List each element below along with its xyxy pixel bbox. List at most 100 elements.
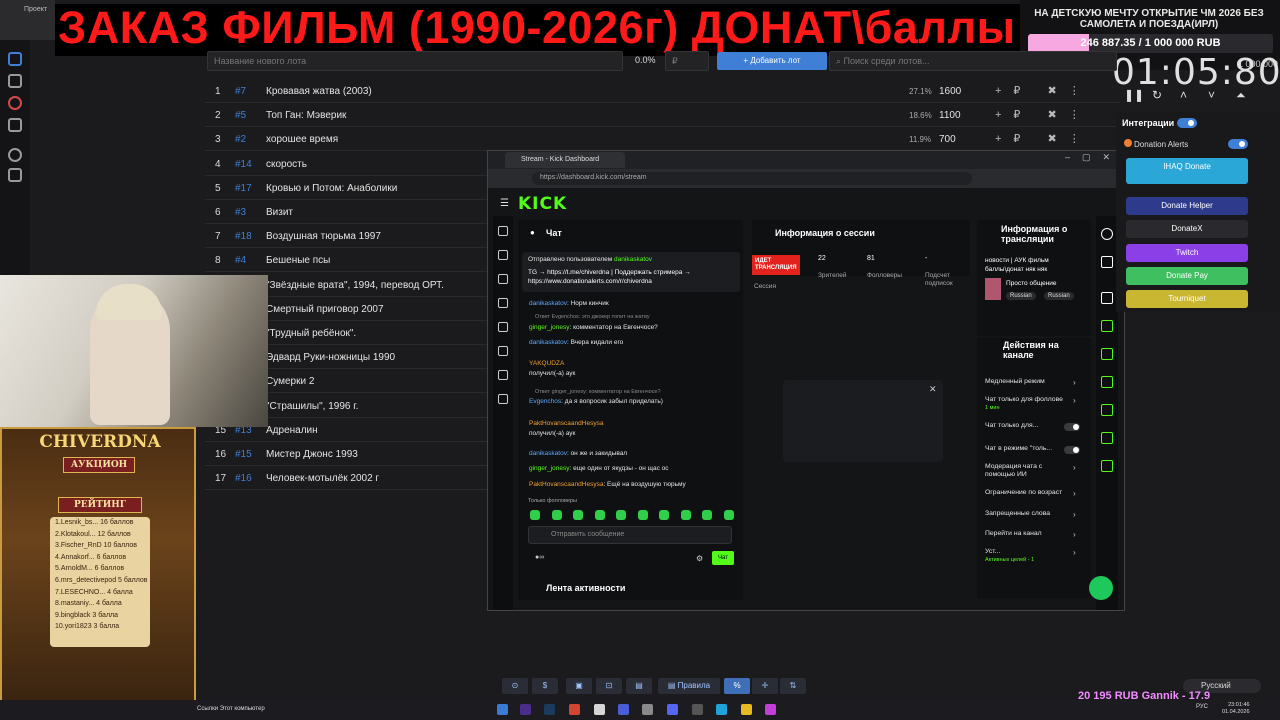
browser-tab[interactable]: Проект <box>24 6 47 13</box>
lot-controls[interactable]: +₽ ✖⋮ <box>995 108 1092 121</box>
nav-home-icon[interactable] <box>498 226 508 236</box>
lot-name[interactable]: Эдвард Руки-ножницы 1990 <box>266 352 395 363</box>
lot-id[interactable]: #4 <box>235 255 246 266</box>
channel-action-toggle[interactable] <box>1064 446 1080 454</box>
lot-row[interactable]: 3 #2 хорошее время 11.9% 700 +₽ ✖⋮ <box>205 129 1120 152</box>
emote-icon[interactable] <box>637 510 648 520</box>
lot-name[interactable]: хорошее время <box>266 134 338 145</box>
lot-name[interactable]: Визит <box>266 207 293 218</box>
edit-icon[interactable] <box>1101 256 1113 268</box>
chevron-right-icon[interactable]: › <box>1073 510 1076 519</box>
chat-username[interactable]: ginger_jonesy <box>529 324 569 331</box>
chevron-right-icon[interactable]: › <box>1073 378 1076 387</box>
keyboard-lang[interactable]: РУС <box>1196 704 1208 710</box>
lot-name[interactable]: Смертный приговор 2007 <box>266 304 384 315</box>
channel-action[interactable]: Медленный режим <box>985 378 1065 386</box>
lot-name[interactable]: Человек-мотылёк 2002 г <box>266 473 379 484</box>
integration-button[interactable]: Tourniquet <box>1126 290 1248 308</box>
emote-icon[interactable] <box>680 510 691 520</box>
chat-message[interactable]: danikaskatov: он же и закидывал <box>529 450 627 457</box>
emote-icon[interactable] <box>659 510 669 520</box>
lot-id[interactable]: #7 <box>235 86 246 97</box>
chat-message[interactable]: ginger_jonesy: комментатор на Евгенчосе? <box>529 324 658 331</box>
recorder-icon[interactable] <box>594 704 605 715</box>
nav-tools-icon[interactable] <box>498 346 508 356</box>
chevron-up-icon[interactable]: ˄ <box>1180 88 1187 102</box>
chat-message[interactable]: PaktHovanscaandHesysa: Ещё на воздушую т… <box>529 481 686 488</box>
kick-tab[interactable]: Stream - Kick Dashboard <box>505 152 625 168</box>
nav-stats-icon[interactable] <box>498 274 508 284</box>
pinned-text[interactable]: TG → https://t.me/chiverdna | Поддержать… <box>528 268 728 286</box>
lot-name[interactable]: Бешеные псы <box>266 255 330 266</box>
lot-search-input[interactable]: ⌕ Поиск среди лотов... <box>829 51 1117 71</box>
emote-icon[interactable] <box>702 510 712 520</box>
lot-name[interactable]: "Звёздные врата", 1994, перевод ОРТ. <box>266 280 444 291</box>
move-icon[interactable]: ✛ <box>752 678 778 694</box>
taskbar-links[interactable]: Ссылки Этот компьютер <box>197 706 265 712</box>
crop-icon[interactable] <box>1101 292 1113 304</box>
channel-action[interactable]: Чат в режиме "толь... <box>985 445 1065 453</box>
chat-bubble-icon[interactable] <box>1101 376 1113 388</box>
chat-message[interactable]: PaktHovanscaandHesysa получил(-а) аук <box>529 419 603 439</box>
chat-username[interactable]: PaktHovanscaandHesysa <box>529 420 603 427</box>
emote-icon[interactable] <box>530 510 540 520</box>
lot-amount[interactable]: 700 <box>939 134 956 145</box>
github-icon[interactable]: ⊙ <box>502 678 528 694</box>
lot-id[interactable]: #16 <box>235 473 252 484</box>
wheel-icon[interactable] <box>8 96 22 110</box>
obs-icon[interactable] <box>692 704 703 715</box>
lot-name[interactable]: скорость <box>266 159 307 170</box>
bolt-icon[interactable] <box>1101 320 1113 332</box>
emote-icon[interactable] <box>594 510 605 520</box>
channel-action[interactable]: Чат только для фоллове 1 мин <box>985 396 1065 412</box>
support-chat-button[interactable] <box>1089 576 1113 600</box>
nav-video-icon[interactable] <box>498 322 508 332</box>
lot-controls[interactable]: +₽ ✖⋮ <box>995 84 1092 97</box>
lot-id[interactable]: #14 <box>235 159 252 170</box>
donation-alerts-toggle[interactable] <box>1228 139 1248 149</box>
chat-username[interactable]: YAKQUDZA <box>529 360 564 367</box>
menu-icon[interactable]: ☰ <box>500 198 509 209</box>
lot-amount[interactable]: 1100 <box>939 110 961 121</box>
pinned-user[interactable]: danikaskatov <box>614 256 652 263</box>
send-chat-button[interactable]: Чат <box>712 551 734 565</box>
chat-settings-icon[interactable]: ⚙ <box>696 554 703 563</box>
premiere-icon[interactable] <box>520 704 531 715</box>
app-icon[interactable] <box>569 704 580 715</box>
wrench-icon[interactable] <box>1101 460 1113 472</box>
chevron-down-icon[interactable]: ˅ <box>1208 88 1215 102</box>
pen-icon[interactable] <box>8 52 22 66</box>
chat-message[interactable]: Evgenchos: да я вопросик забыл приделать… <box>529 398 663 405</box>
history-icon[interactable]: ▤ <box>626 678 652 694</box>
emote-icon[interactable] <box>723 510 734 520</box>
chat-message[interactable]: danikaskatov: Норм кинчик <box>529 300 609 307</box>
pause-icon[interactable]: ❚❚ <box>1124 88 1144 102</box>
arrows-icon[interactable] <box>1101 404 1113 416</box>
lot-name[interactable]: Кровавая жатва (2003) <box>266 86 372 97</box>
chevron-right-icon[interactable]: › <box>1073 489 1076 498</box>
lot-name[interactable]: "Страшилы", 1996 г. <box>266 401 358 412</box>
chat-message[interactable]: YAKQUDZA получил(-а) аук <box>529 359 575 379</box>
lot-name[interactable]: Кровью и Потом: Анаболики <box>266 183 397 194</box>
emote-icon[interactable] <box>573 510 583 520</box>
channel-action[interactable]: Чат только для... <box>985 422 1065 430</box>
lot-id[interactable]: #3 <box>235 207 246 218</box>
channel-action[interactable]: Ограничение по возраст <box>985 489 1065 497</box>
lot-row[interactable]: 2 #5 Топ Ган: Мэверик 18.6% 1100 +₽ ✖⋮ <box>205 105 1120 128</box>
chrome-icon[interactable] <box>741 704 752 715</box>
nav-trophy-icon[interactable] <box>498 298 508 308</box>
help-icon[interactable] <box>8 148 22 162</box>
nav-game-icon[interactable] <box>498 394 508 404</box>
chat-username[interactable]: danikaskatov <box>529 450 567 457</box>
chevron-right-icon[interactable]: › <box>1073 548 1076 557</box>
reset-icon[interactable]: ↻ <box>1152 88 1162 102</box>
lot-id[interactable]: #5 <box>235 110 246 121</box>
lot-id[interactable]: #17 <box>235 183 252 194</box>
trash-icon[interactable] <box>1101 348 1113 360</box>
gear-icon[interactable] <box>8 74 22 88</box>
chat-username[interactable]: Evgenchos <box>529 398 561 405</box>
lot-amount-input[interactable]: ₽ <box>665 51 709 71</box>
lot-id[interactable]: #2 <box>235 134 246 145</box>
dollar-icon[interactable]: $ <box>532 678 558 694</box>
emote-icon[interactable] <box>551 510 562 520</box>
